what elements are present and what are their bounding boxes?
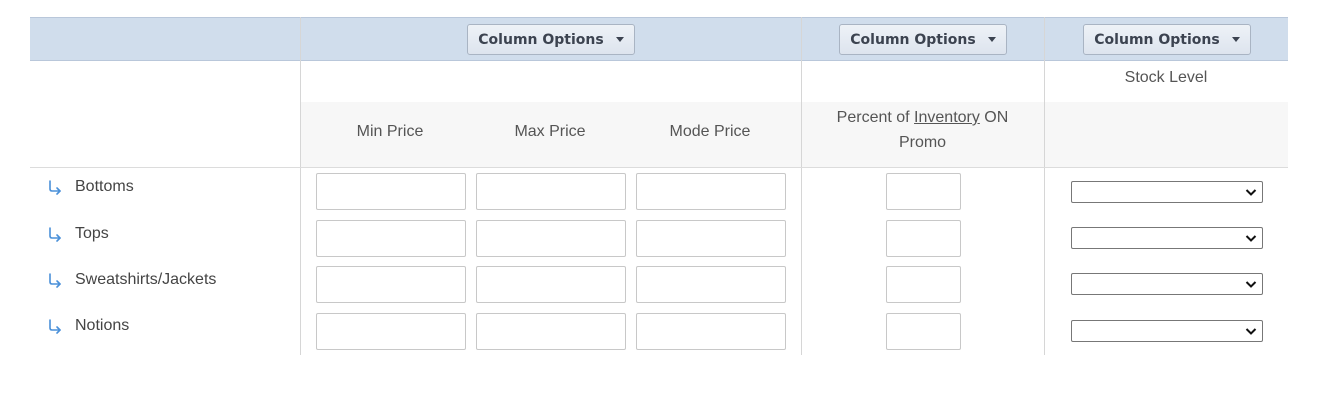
max-price-input[interactable] (476, 220, 626, 257)
mode-price-input[interactable] (636, 266, 786, 303)
chevron-down-icon (1245, 189, 1257, 196)
caret-down-icon (987, 37, 996, 42)
subitem-arrow-icon (49, 319, 61, 334)
mode-price-input[interactable] (636, 313, 786, 350)
matrix-table: Column Options Column Options Column Opt… (30, 17, 1288, 355)
inventory-term-link[interactable]: Inventory (914, 109, 980, 126)
table-row-label: Notions (30, 306, 129, 346)
table-row-label: Tops (30, 214, 109, 254)
min-price-input[interactable] (316, 313, 466, 350)
percent-inventory-header: Percent of Inventory ON Promo (836, 109, 1009, 151)
column-options-button-stock[interactable]: Column Options (1083, 24, 1251, 55)
percent-promo-input[interactable] (886, 173, 961, 210)
mode-price-header: Mode Price (669, 123, 751, 140)
min-price-input[interactable] (316, 173, 466, 210)
chevron-down-icon (1245, 281, 1257, 288)
max-price-header: Max Price (514, 123, 586, 140)
min-price-input[interactable] (316, 266, 466, 303)
column-divider (300, 17, 301, 355)
max-price-input[interactable] (476, 313, 626, 350)
header-bottom-divider (30, 167, 1288, 168)
max-price-input[interactable] (476, 266, 626, 303)
stock-level-select[interactable] (1071, 273, 1263, 295)
subitem-arrow-icon (49, 180, 61, 195)
caret-down-icon (615, 37, 624, 42)
column-options-label: Column Options (850, 31, 976, 48)
chevron-down-icon (1245, 328, 1257, 335)
stock-level-select[interactable] (1071, 181, 1263, 203)
percent-promo-input[interactable] (886, 266, 961, 303)
table-row-label: Bottoms (30, 167, 134, 207)
column-options-label: Column Options (1094, 31, 1220, 48)
column-divider (801, 17, 802, 355)
column-options-label: Column Options (478, 31, 604, 48)
percent-promo-input[interactable] (886, 220, 961, 257)
stock-level-group-header: Stock Level (1124, 69, 1208, 86)
stock-level-select[interactable] (1071, 320, 1263, 342)
mode-price-input[interactable] (636, 220, 786, 257)
max-price-input[interactable] (476, 173, 626, 210)
column-options-button-percent[interactable]: Column Options (839, 24, 1007, 55)
subitem-arrow-icon (49, 227, 61, 242)
caret-down-icon (1231, 37, 1240, 42)
mode-price-input[interactable] (636, 173, 786, 210)
table-row-label: Sweatshirts/Jackets (30, 260, 216, 300)
subitem-arrow-icon (49, 273, 61, 288)
stock-level-select[interactable] (1071, 227, 1263, 249)
percent-promo-input[interactable] (886, 313, 961, 350)
min-price-header: Min Price (356, 123, 424, 140)
min-price-input[interactable] (316, 220, 466, 257)
column-options-button-price[interactable]: Column Options (467, 24, 635, 55)
chevron-down-icon (1245, 235, 1257, 242)
